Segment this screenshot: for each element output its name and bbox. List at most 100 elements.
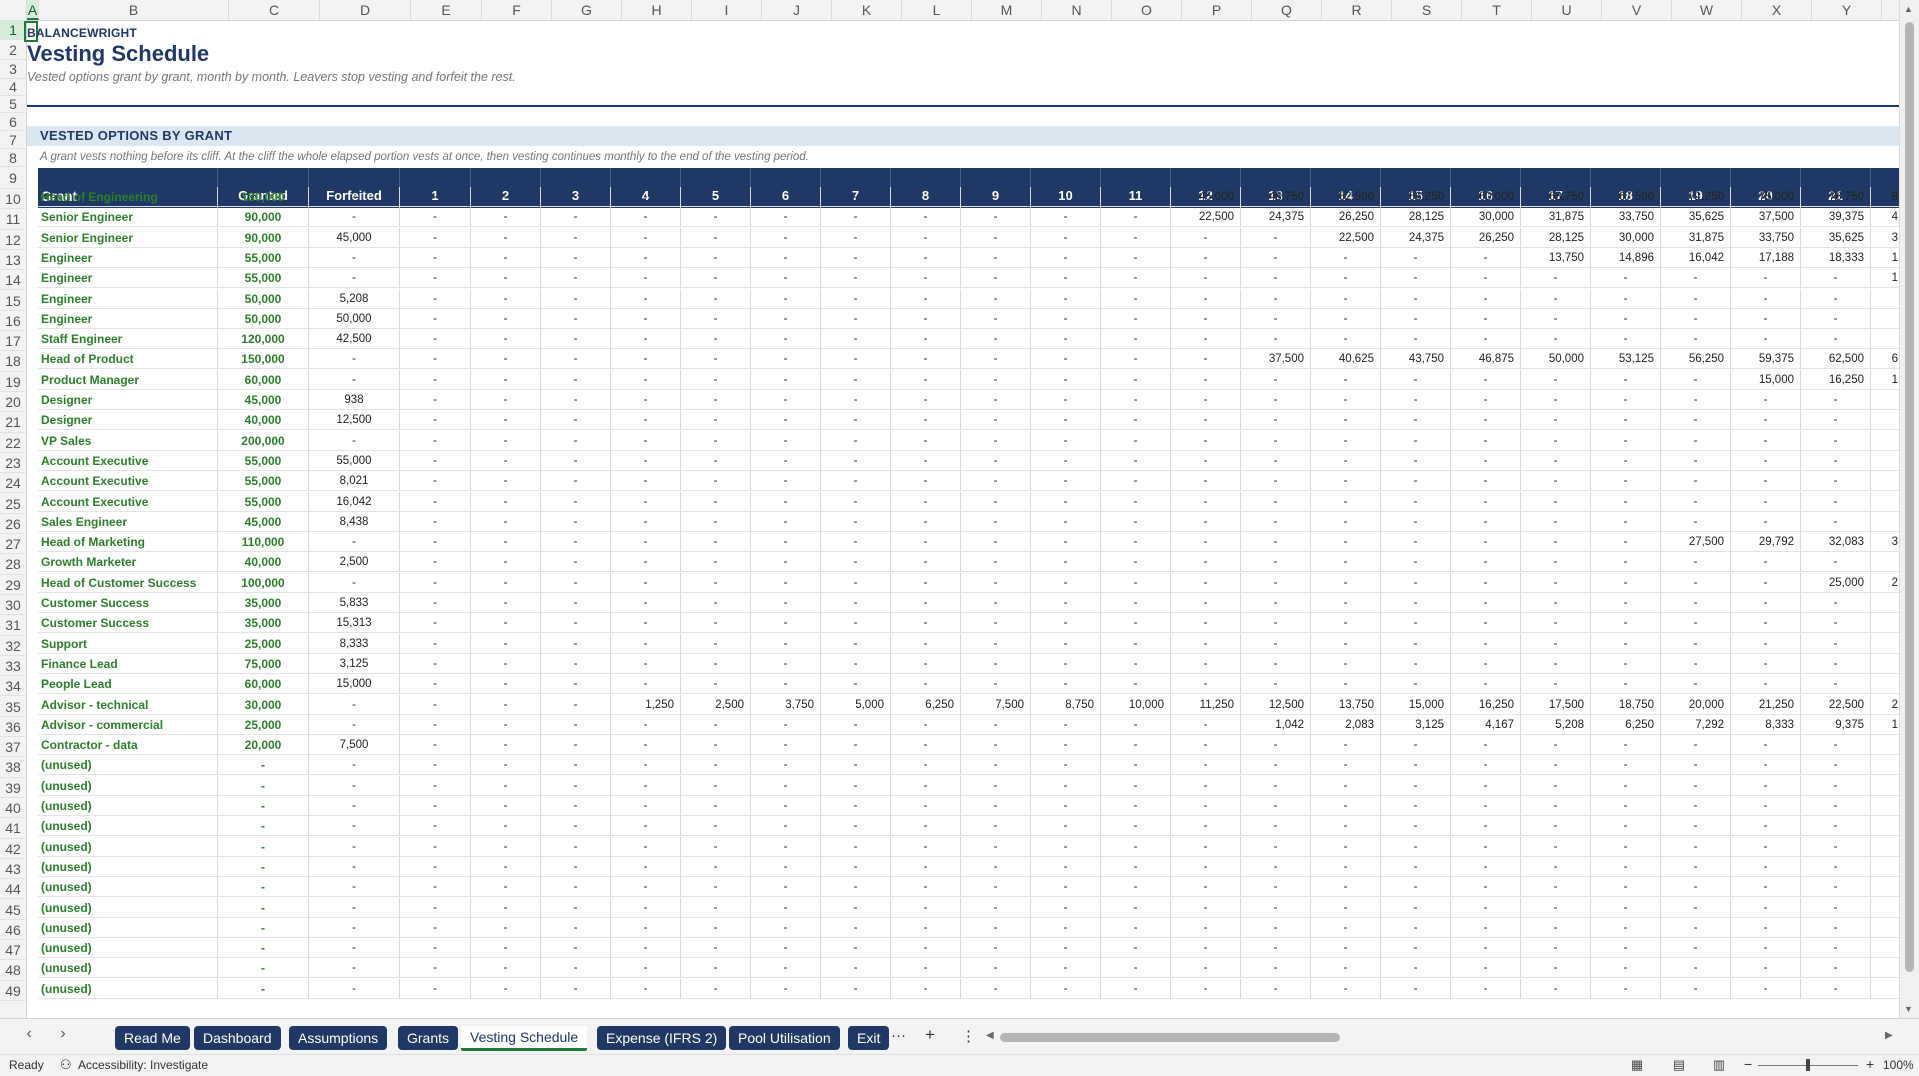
vested-cell[interactable]: - (821, 836, 891, 857)
vested-cell[interactable]: 33,750 (1591, 207, 1661, 228)
vested-cell[interactable]: - (1661, 288, 1731, 309)
row-header-29[interactable]: 29 (0, 575, 26, 595)
grant-name-cell[interactable]: People Lead (38, 674, 218, 695)
overflow-cell[interactable] (1871, 471, 1900, 492)
vested-cell[interactable]: - (1241, 572, 1311, 593)
vested-cell[interactable]: - (611, 491, 681, 512)
vested-cell[interactable]: - (1101, 755, 1171, 776)
vested-cell[interactable]: 1,250 (611, 694, 681, 715)
vested-cell[interactable]: - (1101, 897, 1171, 918)
vested-cell[interactable]: - (471, 775, 541, 796)
vested-cell[interactable]: - (1381, 816, 1451, 837)
vested-cell[interactable]: - (611, 856, 681, 877)
vested-cell[interactable]: - (821, 877, 891, 898)
vested-cell[interactable]: - (611, 816, 681, 837)
vested-cell[interactable]: - (891, 897, 961, 918)
vested-cell[interactable]: - (1101, 450, 1171, 471)
vested-cell[interactable]: 12,500 (1241, 694, 1311, 715)
vested-cell[interactable]: - (541, 390, 611, 410)
vested-cell[interactable]: - (1801, 917, 1871, 938)
vested-cell[interactable]: - (471, 329, 541, 350)
vested-cell[interactable]: - (1031, 714, 1101, 735)
forfeited-cell[interactable]: - (309, 714, 400, 735)
vested-cell[interactable]: - (1311, 633, 1381, 654)
vested-cell[interactable]: - (1801, 877, 1871, 898)
granted-cell[interactable]: 25,000 (218, 714, 309, 735)
vested-cell[interactable]: - (751, 856, 821, 877)
vested-cell[interactable]: - (1731, 633, 1801, 654)
vested-cell[interactable]: - (1381, 329, 1451, 350)
vested-cell[interactable]: - (1171, 796, 1241, 816)
vested-cell[interactable]: - (681, 978, 751, 999)
vested-cell[interactable]: - (1031, 978, 1101, 999)
vested-cell[interactable]: - (541, 572, 611, 593)
vested-cell[interactable]: - (1731, 491, 1801, 512)
vested-cell[interactable]: - (891, 532, 961, 553)
vested-cell[interactable]: - (1661, 958, 1731, 979)
vested-cell[interactable]: - (1101, 491, 1171, 512)
vested-cell[interactable]: - (1801, 958, 1871, 979)
vested-cell[interactable]: - (1451, 938, 1521, 959)
vested-cell[interactable]: - (821, 572, 891, 593)
vested-cell[interactable]: - (891, 471, 961, 492)
vested-cell[interactable]: - (400, 247, 471, 268)
vested-cell[interactable]: - (1731, 816, 1801, 837)
tab-read-me[interactable]: Read Me (115, 1026, 190, 1050)
vested-cell[interactable]: - (961, 897, 1031, 918)
granted-cell[interactable]: 40,000 (218, 552, 309, 573)
vested-cell[interactable]: - (1311, 410, 1381, 431)
accessibility-status[interactable]: Accessibility: Investigate (78, 1058, 208, 1072)
scroll-left-icon[interactable]: ◀ (986, 1030, 994, 1041)
vested-cell[interactable]: - (1801, 653, 1871, 674)
vested-cell[interactable]: - (1241, 593, 1311, 613)
vested-cell[interactable]: 4,167 (1451, 714, 1521, 735)
overflow-cell[interactable] (1871, 735, 1900, 756)
vested-cell[interactable]: - (1031, 410, 1101, 431)
vested-cell[interactable]: - (1591, 572, 1661, 593)
row-header-48[interactable]: 48 (0, 960, 26, 981)
vested-cell[interactable]: - (961, 227, 1031, 248)
vested-cell[interactable]: - (611, 268, 681, 289)
vested-cell[interactable]: - (1451, 511, 1521, 532)
row-header-15[interactable]: 15 (0, 291, 26, 311)
vested-cell[interactable]: - (471, 694, 541, 715)
grant-name-cell[interactable]: (unused) (38, 856, 218, 877)
vested-cell[interactable]: - (751, 511, 821, 532)
vested-cell[interactable]: - (471, 450, 541, 471)
vested-cell[interactable]: - (1241, 958, 1311, 979)
vested-cell[interactable]: - (1171, 816, 1241, 837)
vested-cell[interactable]: - (1031, 897, 1101, 918)
vested-cell[interactable]: - (681, 836, 751, 857)
grant-name-cell[interactable]: Account Executive (38, 491, 218, 512)
vested-cell[interactable]: - (751, 268, 821, 289)
granted-cell[interactable]: - (218, 897, 309, 918)
vested-cell[interactable]: - (541, 856, 611, 877)
vested-cell[interactable]: - (1521, 735, 1591, 756)
vested-cell[interactable]: 24,375 (1241, 207, 1311, 228)
vested-cell[interactable]: - (1101, 288, 1171, 309)
overflow-cell[interactable] (1871, 958, 1900, 979)
vested-cell[interactable]: 6,250 (891, 694, 961, 715)
vested-cell[interactable]: - (1591, 796, 1661, 816)
vested-cell[interactable]: - (1171, 227, 1241, 248)
vested-cell[interactable]: - (1031, 653, 1101, 674)
grant-name-cell[interactable]: Designer (38, 410, 218, 431)
row-header-10[interactable]: 10 (0, 189, 26, 210)
vested-cell[interactable]: - (1241, 471, 1311, 492)
vested-cell[interactable]: - (1311, 430, 1381, 451)
vested-cell[interactable]: - (541, 410, 611, 431)
granted-cell[interactable]: 55,000 (218, 268, 309, 289)
vested-cell[interactable]: - (1311, 755, 1381, 776)
vested-cell[interactable]: - (891, 268, 961, 289)
vested-cell[interactable]: - (541, 187, 611, 207)
granted-cell[interactable]: 60,000 (218, 674, 309, 695)
overflow-cell[interactable]: 1 (1871, 248, 1900, 268)
vested-cell[interactable]: - (1241, 552, 1311, 573)
forfeited-cell[interactable]: - (309, 796, 400, 816)
vested-cell[interactable]: - (1311, 369, 1381, 390)
more-tabs-button[interactable]: ··· (891, 1027, 906, 1044)
vested-cell[interactable]: - (1241, 796, 1311, 816)
vested-cell[interactable]: - (1801, 938, 1871, 959)
vested-cell[interactable]: - (821, 775, 891, 796)
vested-cell[interactable]: - (541, 694, 611, 715)
